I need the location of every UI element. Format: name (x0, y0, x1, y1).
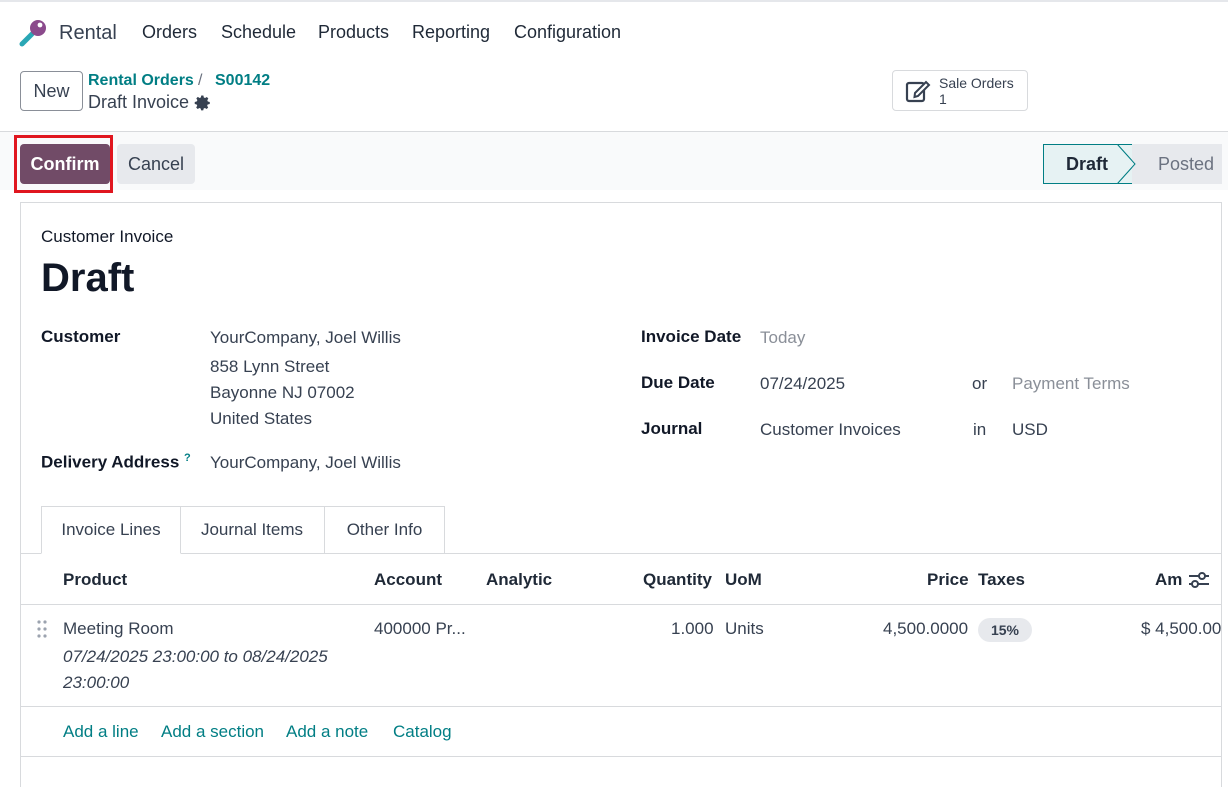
column-taxes[interactable]: Taxes (978, 570, 1025, 590)
journal-label: Journal (641, 419, 703, 438)
customer-label: Customer (41, 327, 121, 346)
menu-reporting[interactable]: Reporting (412, 22, 490, 43)
column-analytic[interactable]: Analytic (486, 570, 552, 590)
in-label: in (973, 420, 987, 439)
smart-button-count: 1 (939, 91, 947, 107)
or-label: or (972, 374, 988, 393)
breadcrumb-separator: / (198, 72, 203, 89)
column-quantity[interactable]: Quantity (643, 570, 712, 590)
column-account[interactable]: Account (374, 570, 442, 590)
line-description: 07/24/2025 23:00:00 to 08/24/2025 (63, 647, 328, 666)
highlight-box (14, 135, 113, 193)
drag-handle-icon[interactable] (37, 620, 47, 638)
column-product[interactable]: Product (63, 570, 127, 590)
add-section-link[interactable]: Add a section (161, 722, 264, 742)
line-uom[interactable]: Units (725, 619, 764, 639)
menu-orders[interactable]: Orders (142, 22, 197, 43)
document-type: Customer Invoice (41, 227, 174, 246)
journal-field[interactable]: Customer Invoices (760, 420, 901, 440)
invoice-date-label: Invoice Date (641, 327, 742, 346)
line-account[interactable]: 400000 Pr... (374, 619, 466, 639)
cancel-button[interactable]: Cancel (117, 144, 195, 184)
menu-configuration[interactable]: Configuration (514, 22, 621, 43)
top-navbar: Rental Orders Schedule Products Reportin… (0, 2, 1228, 60)
column-amount[interactable]: Am (1155, 570, 1182, 590)
column-uom[interactable]: UoM (725, 570, 762, 590)
edit-document-icon (905, 80, 931, 103)
delivery-address-label: Delivery Address ? (41, 452, 191, 473)
currency-field[interactable]: USD (1012, 420, 1048, 440)
form-sheet (20, 202, 1222, 787)
customer-address-line: 858 Lynn Street (210, 357, 330, 376)
menu-schedule[interactable]: Schedule (221, 22, 296, 43)
column-price[interactable]: Price (927, 570, 969, 590)
due-date-field[interactable]: 07/24/2025 (760, 374, 845, 394)
customer-address-line: United States (210, 409, 313, 428)
line-quantity[interactable]: 1.000 (671, 619, 714, 639)
add-note-link[interactable]: Add a note (286, 722, 368, 742)
rental-key-icon[interactable] (18, 16, 50, 48)
line-amount: $ 4,500.00 (1141, 619, 1222, 638)
payment-terms-field[interactable]: Payment Terms (1012, 374, 1130, 394)
smart-button-label: Sale Orders (939, 75, 1014, 91)
record-name: Draft Invoice (88, 92, 190, 112)
customer-field[interactable]: YourCompany, Joel Willis (210, 328, 401, 348)
tab-invoice-lines[interactable]: Invoice Lines (41, 506, 181, 554)
add-line-link[interactable]: Add a line (63, 722, 139, 742)
delivery-address-field[interactable]: YourCompany, Joel Willis (210, 453, 401, 473)
column-settings-icon[interactable] (1188, 570, 1210, 590)
breadcrumb-order[interactable]: S00142 (215, 72, 270, 90)
menu-products[interactable]: Products (318, 22, 389, 43)
tax-badge[interactable]: 15% (978, 618, 1032, 642)
line-price[interactable]: 4,500.0000 (883, 619, 968, 639)
invoice-date-field[interactable]: Today (760, 328, 805, 348)
help-tooltip-icon[interactable]: ? (184, 452, 191, 464)
header-row-divider (20, 604, 1222, 605)
stage-arrow-overlay-icon (1117, 144, 1136, 184)
catalog-link[interactable]: Catalog (393, 722, 452, 742)
app-name[interactable]: Rental (59, 22, 117, 45)
footer-row-divider (20, 756, 1222, 757)
new-button[interactable]: New (20, 71, 83, 111)
tab-journal-items[interactable]: Journal Items (180, 506, 325, 554)
delivery-address-label-text: Delivery Address (41, 452, 180, 472)
row-divider (20, 706, 1222, 707)
sale-orders-smart-button[interactable]: Sale Orders 1 (892, 70, 1028, 111)
stage-posted[interactable]: Posted (1132, 144, 1222, 184)
customer-address-line: Bayonne NJ 07002 (210, 383, 355, 402)
page-title: Draft (41, 256, 135, 300)
line-product[interactable]: Meeting Room (63, 619, 174, 639)
gear-icon[interactable] (194, 94, 212, 112)
breadcrumb-rental-orders[interactable]: Rental Orders (88, 72, 194, 90)
due-date-label: Due Date (641, 373, 715, 392)
tab-other-info[interactable]: Other Info (324, 506, 445, 554)
line-description: 23:00:00 (63, 673, 130, 692)
